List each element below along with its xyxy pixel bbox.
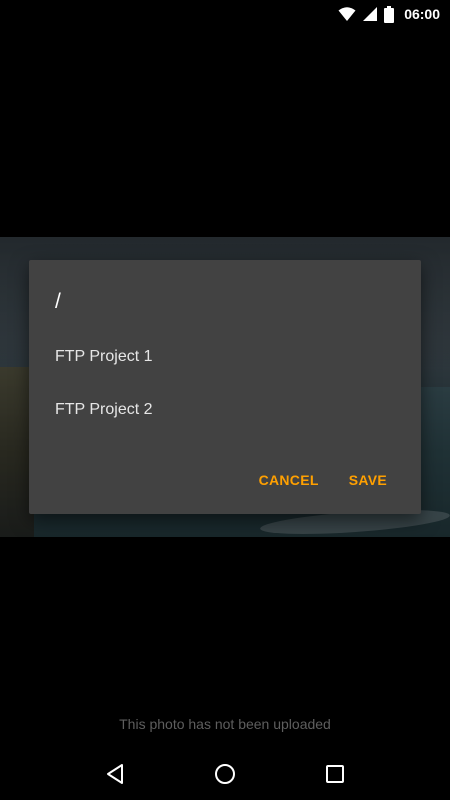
cancel-button[interactable]: CANCEL (245, 462, 333, 498)
folder-item-label: FTP Project 1 (55, 348, 153, 365)
status-bar: 06:00 (0, 0, 450, 28)
recents-icon[interactable] (311, 750, 359, 798)
folder-chooser-dialog: / FTP Project 1 FTP Project 2 CANCEL SAV… (29, 260, 421, 514)
wifi-icon (338, 6, 356, 22)
folder-item-ftp-project-1[interactable]: FTP Project 1 (29, 331, 421, 383)
navigation-bar (0, 748, 450, 800)
home-icon[interactable] (201, 750, 249, 798)
cell-signal-icon (362, 6, 378, 22)
folder-item-ftp-project-2[interactable]: FTP Project 2 (29, 384, 421, 436)
folder-item-label: FTP Project 2 (55, 401, 153, 418)
upload-status-text: This photo has not been uploaded (119, 716, 331, 732)
dialog-actions: CANCEL SAVE (245, 460, 401, 500)
current-path: / (55, 290, 61, 313)
status-time: 06:00 (404, 6, 440, 22)
battery-icon (384, 5, 395, 23)
back-icon[interactable] (91, 750, 139, 798)
save-button[interactable]: SAVE (335, 462, 401, 498)
